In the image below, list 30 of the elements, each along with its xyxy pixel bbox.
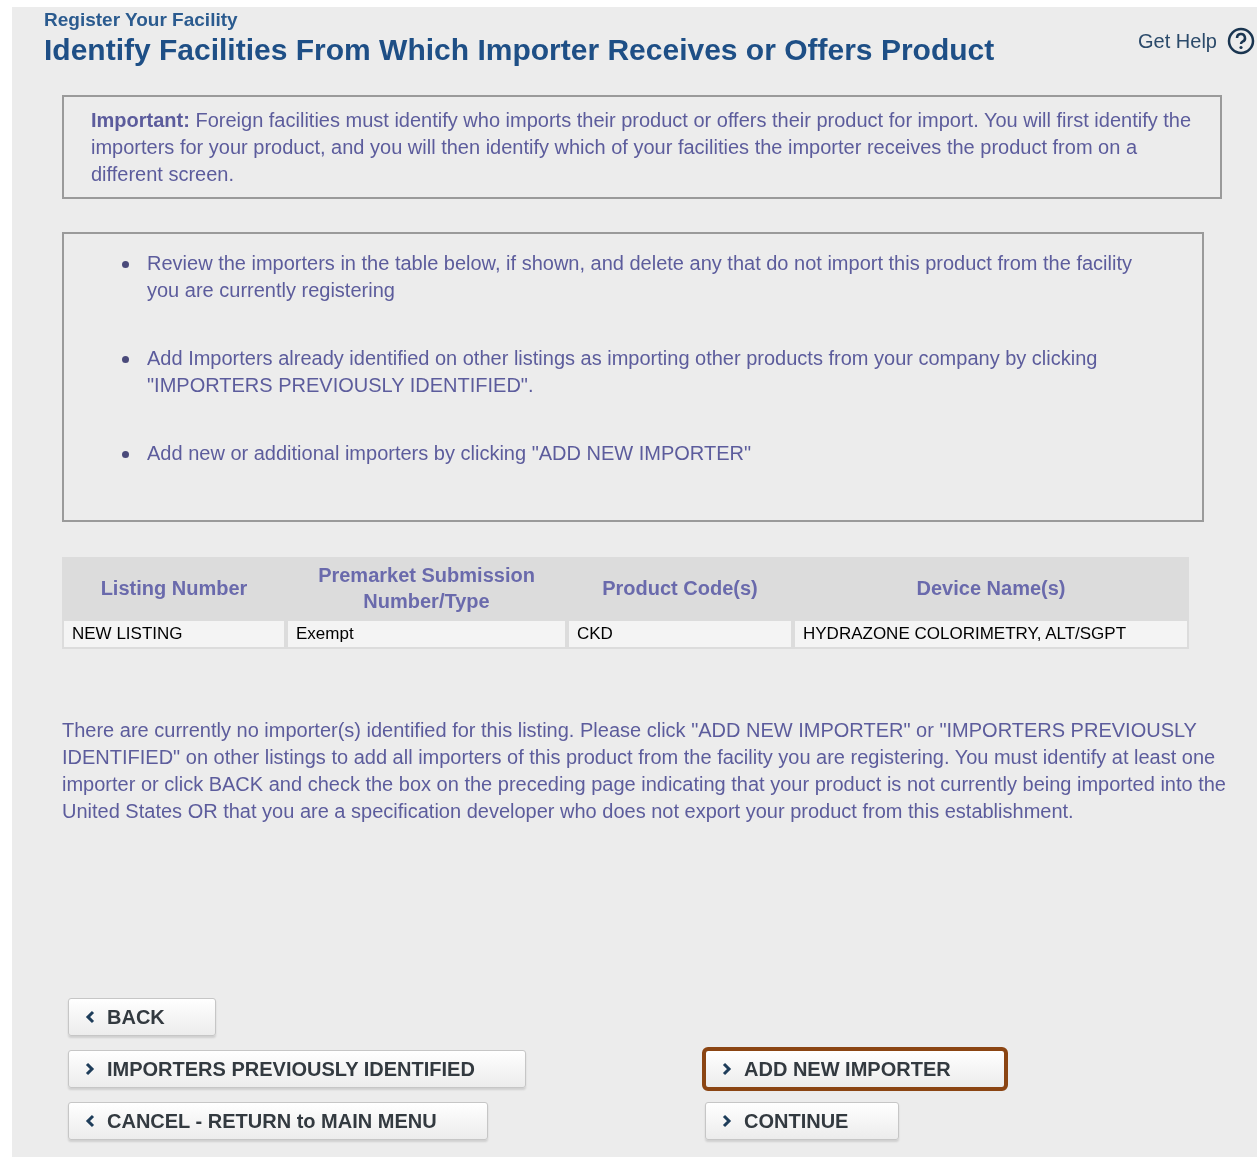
nav-button[interactable]: IMPORTERS PREVIOUSLY IDENTIFIED xyxy=(68,1050,526,1088)
page-title: Identify Facilities From Which Importer Receives or Offers Product xyxy=(44,33,995,67)
help-icon[interactable] xyxy=(1227,27,1255,55)
nav-button[interactable]: CONTINUE xyxy=(705,1102,900,1140)
help-link[interactable]: Get Help xyxy=(1138,27,1255,55)
column-header: Product Code(s) xyxy=(601,576,759,601)
chevron-left-icon xyxy=(85,1114,95,1128)
chevron-right-icon xyxy=(85,1062,95,1076)
instruction-text: Add new or additional importers by clicking "ADD NEW IMPORTER" xyxy=(147,441,752,466)
bullet-icon xyxy=(122,356,129,363)
breadcrumb: Register Your Facility xyxy=(44,8,239,32)
nav-button[interactable]: ADD NEW IMPORTER xyxy=(705,1050,1005,1088)
bullet-icon xyxy=(122,261,129,268)
chevron-left-icon xyxy=(85,1010,95,1024)
instruction-text: Review the importers in the table below, if shown, and delete any that do not import this product from the facility you are currently registering xyxy=(147,251,1133,303)
table-cell: NEW LISTING xyxy=(62,619,286,649)
instruction-text: Add Importers already identified on other listings as importing other products from your company by clicking "IMPORTERS PREVIOUSLY IDENTIFIED". xyxy=(147,346,1099,398)
important-notice: Important: Foreign facilities must identify who imports their product or offers their product for import. You will first identify the importers for your product, and you will then identify which of your facilities the importer receives the product from on a different screen. xyxy=(62,95,1222,199)
table-cell: CKD xyxy=(567,619,793,649)
chevron-right-icon xyxy=(722,1114,732,1128)
column-header: Device Name(s) xyxy=(915,576,1067,601)
bullet-icon xyxy=(122,451,129,458)
table-cell: Exempt xyxy=(286,619,567,649)
nav-button[interactable]: BACK xyxy=(68,998,216,1036)
column-header: Listing Number xyxy=(99,576,249,601)
chevron-right-icon xyxy=(722,1062,732,1076)
info-message: There are currently no importer(s) identified for this listing. Please click "ADD NEW IMPORTER" or "IMPORTERS PREVIOUSLY IDENTIFIED" on other listings to add all importers of this product from the facility you are registering. You must identify at least one importer or click BACK and check the box on the preceding page indicating that your product is not currently being imported into the United States OR that you are a specification developer who does not export your product from this establishment. xyxy=(62,717,1227,824)
nav-button[interactable]: CANCEL - RETURN to MAIN MENU xyxy=(68,1102,488,1140)
table-cell: HYDRAZONE COLORIMETRY, ALT/SGPT xyxy=(793,619,1189,649)
column-header: Premarket Submission Number/Type xyxy=(317,563,536,614)
